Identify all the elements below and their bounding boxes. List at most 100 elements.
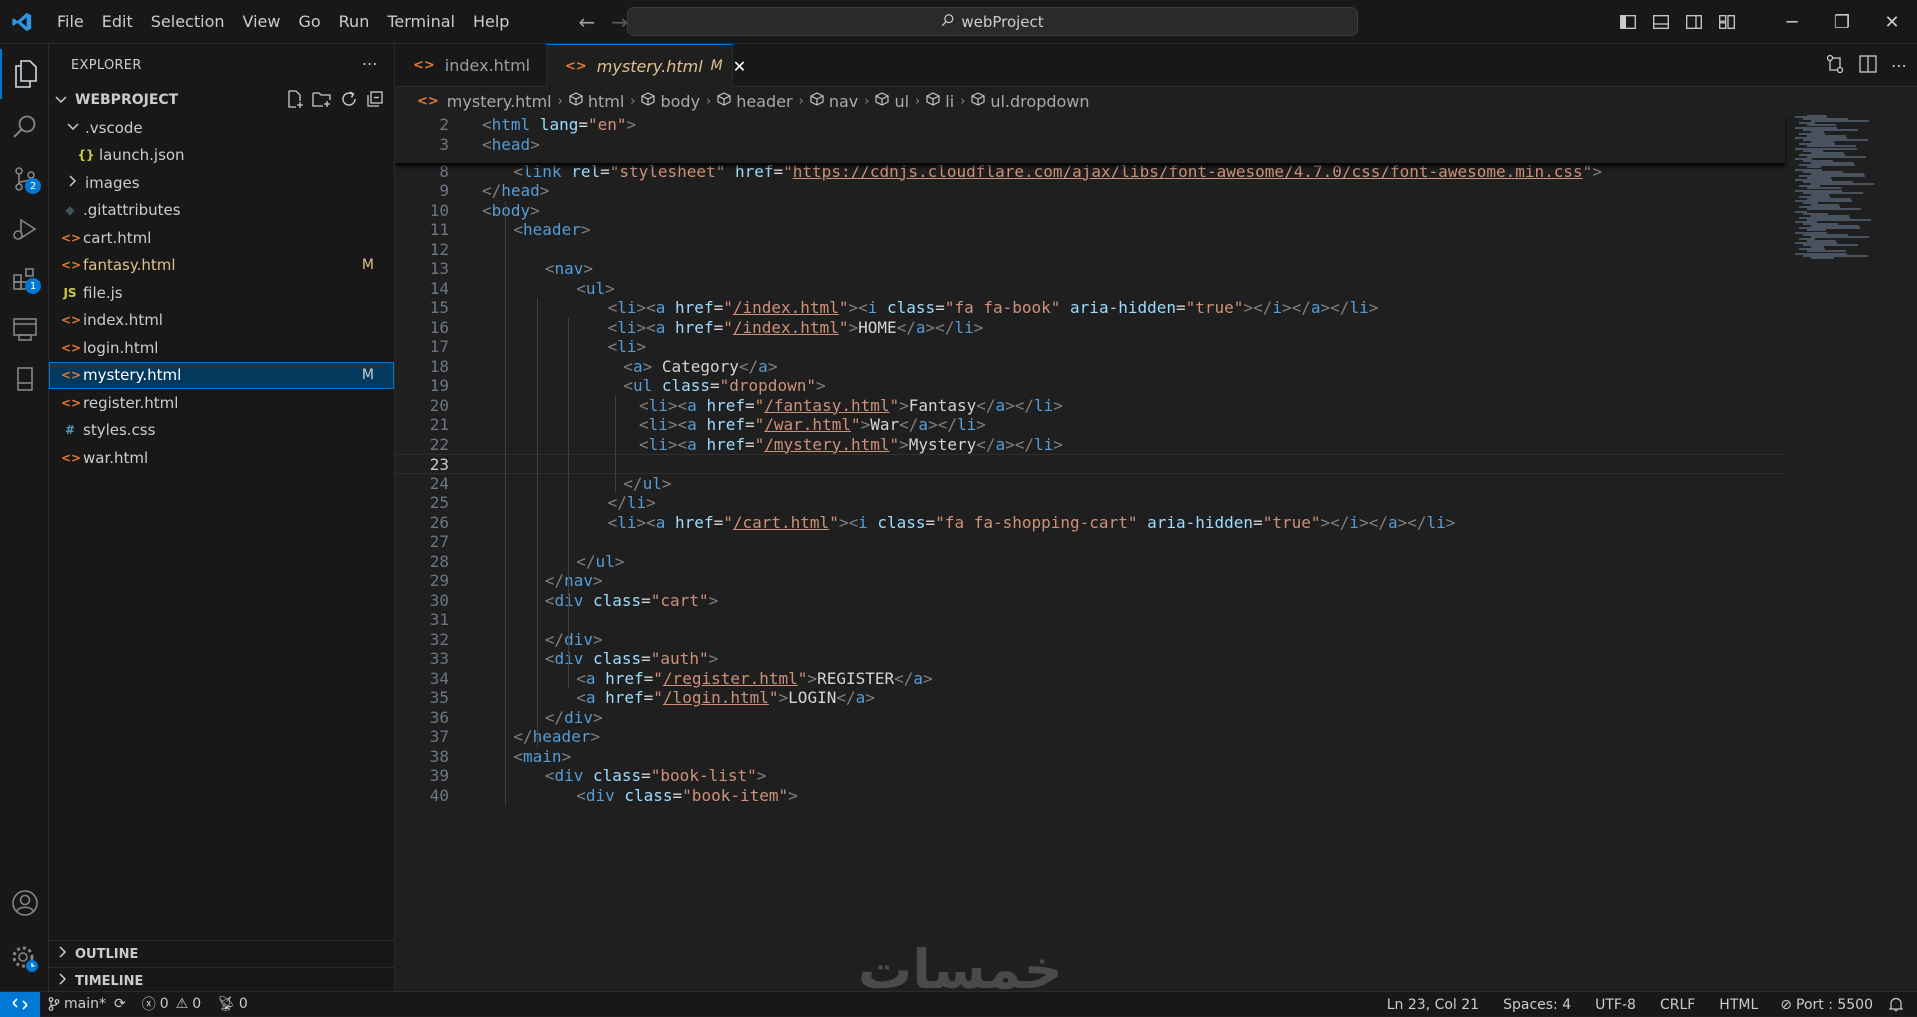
tab-index-html[interactable]: <> index.html bbox=[395, 44, 547, 87]
device-activity-icon[interactable] bbox=[0, 354, 49, 404]
accounts-icon[interactable] bbox=[0, 878, 49, 928]
timeline-section[interactable]: TIMELINE bbox=[49, 967, 395, 994]
code-line[interactable]: 33 <div class="auth"> bbox=[395, 649, 1785, 669]
code-line[interactable]: 37 </header> bbox=[395, 727, 1785, 747]
split-editor-icon[interactable] bbox=[1859, 54, 1877, 77]
sidebar-item-register-html[interactable]: <> register.html bbox=[49, 389, 394, 417]
sidebar-item-images[interactable]: images bbox=[49, 169, 394, 197]
code-line[interactable]: 16 <li><a href="/index.html">HOME</a></li… bbox=[395, 318, 1785, 338]
sidebar-item-cart-html[interactable]: <> cart.html bbox=[49, 224, 394, 252]
back-arrow-icon[interactable]: ← bbox=[578, 10, 595, 34]
code-line[interactable]: 35 <a href="/login.html">LOGIN</a> bbox=[395, 688, 1785, 708]
sticky-scroll-header[interactable]: 2 <html lang="en"> 3 <head> bbox=[395, 115, 1785, 163]
breadcrumb-item[interactable]: › nav bbox=[793, 92, 859, 111]
forward-arrow-icon[interactable]: → bbox=[611, 10, 628, 34]
code-line[interactable]: 18 <a> Category</a> bbox=[395, 357, 1785, 377]
sidebar-item-login-html[interactable]: <> login.html bbox=[49, 334, 394, 362]
git-branch[interactable]: main* ⟳ bbox=[40, 996, 134, 1012]
menu-view[interactable]: View bbox=[234, 0, 290, 44]
menu-run[interactable]: Run bbox=[330, 0, 379, 44]
source-control-activity-icon[interactable]: 2 bbox=[0, 154, 49, 204]
breadcrumb-item[interactable]: › ul bbox=[858, 92, 909, 111]
menu-file[interactable]: File bbox=[48, 0, 93, 44]
cursor-position[interactable]: Ln 23, Col 21 bbox=[1375, 997, 1491, 1013]
code-line[interactable]: 14 <ul> bbox=[395, 279, 1785, 299]
toggle-secondary-sidebar-icon[interactable] bbox=[1677, 0, 1710, 44]
code-line[interactable]: 39 <div class="book-list"> bbox=[395, 766, 1785, 786]
problems-indicator[interactable]: ⓧ 0 ⚠ 0 bbox=[134, 994, 209, 1014]
restore-icon[interactable]: ❐ bbox=[1817, 0, 1867, 44]
ports-indicator[interactable]: 📡︎ 0 bbox=[209, 996, 256, 1012]
manage-gear-icon[interactable] bbox=[0, 934, 49, 984]
minimap[interactable] bbox=[1787, 115, 1917, 991]
menu-edit[interactable]: Edit bbox=[93, 0, 142, 44]
code-line[interactable]: 12 bbox=[395, 240, 1785, 260]
code-line[interactable]: 22 <li><a href="/mystery.html">Mystery</a… bbox=[395, 435, 1785, 455]
code-line[interactable]: 27 bbox=[395, 532, 1785, 552]
indentation[interactable]: Spaces: 4 bbox=[1491, 997, 1583, 1013]
sidebar-item-index-html[interactable]: <> index.html bbox=[49, 307, 394, 335]
code-line[interactable]: 9 </head> bbox=[395, 181, 1785, 201]
sidebar-item-styles-css[interactable]: # styles.css bbox=[49, 417, 394, 445]
code-line[interactable]: 38 <main> bbox=[395, 747, 1785, 767]
sidebar-item-vscode[interactable]: .vscode bbox=[49, 114, 394, 142]
menu-go[interactable]: Go bbox=[289, 0, 329, 44]
tab-mystery-html[interactable]: <> mystery.html M ✕ bbox=[547, 44, 746, 87]
code-line[interactable]: 31 bbox=[395, 610, 1785, 630]
code-line[interactable]: 26 <li><a href="/cart.html"><i class="fa … bbox=[395, 513, 1785, 533]
code-line[interactable]: 40 <div class="book-item"> bbox=[395, 786, 1785, 806]
sync-icon[interactable]: ⟳ bbox=[114, 996, 126, 1012]
toggle-panel-icon[interactable] bbox=[1644, 0, 1677, 44]
breadcrumb-item[interactable]: <> mystery.html bbox=[417, 92, 552, 111]
close-window-icon[interactable]: ✕ bbox=[1867, 0, 1917, 44]
sidebar-item-launch-json[interactable]: {} launch.json bbox=[49, 142, 394, 170]
toggle-primary-sidebar-icon[interactable] bbox=[1611, 0, 1644, 44]
project-root[interactable]: WEBPROJECT bbox=[49, 86, 394, 114]
explorer-activity-icon[interactable] bbox=[0, 49, 49, 99]
code-line[interactable]: 11 <header> bbox=[395, 220, 1785, 240]
breadcrumb-item[interactable]: › ul.dropdown bbox=[954, 92, 1089, 111]
breadcrumb-item[interactable]: › li bbox=[909, 92, 954, 111]
code-line[interactable]: 34 <a href="/register.html">REGISTER</a> bbox=[395, 669, 1785, 689]
code-line[interactable]: 19 <ul class="dropdown"> bbox=[395, 376, 1785, 396]
code-line[interactable]: 29 </nav> bbox=[395, 571, 1785, 591]
run-debug-activity-icon[interactable] bbox=[0, 204, 49, 254]
code-line[interactable]: 2 <html lang="en"> bbox=[395, 115, 1785, 135]
code-line[interactable]: 17 <li> bbox=[395, 337, 1785, 357]
breadcrumb-item[interactable]: › html bbox=[552, 92, 625, 111]
sidebar-item-mystery-html[interactable]: <> mystery.html M bbox=[49, 361, 394, 389]
search-activity-icon[interactable] bbox=[0, 102, 49, 152]
code-line[interactable]: 23 bbox=[395, 454, 1785, 474]
new-file-icon[interactable] bbox=[286, 90, 304, 112]
code-line[interactable]: 15 <li><a href="/index.html"><i class="fa… bbox=[395, 298, 1785, 318]
breadcrumb-item[interactable]: › header bbox=[700, 92, 793, 111]
live-server-port[interactable]: ⊘ Port : 5500 bbox=[1770, 997, 1883, 1013]
extensions-activity-icon[interactable]: 1 bbox=[0, 254, 49, 304]
line-endings[interactable]: CRLF bbox=[1648, 997, 1707, 1013]
code-line[interactable]: 32 </div> bbox=[395, 630, 1785, 650]
refresh-icon[interactable] bbox=[340, 90, 358, 112]
code-line[interactable]: 28 </ul> bbox=[395, 552, 1785, 572]
more-actions-icon[interactable]: ⋯ bbox=[362, 54, 378, 73]
minimize-icon[interactable]: ─ bbox=[1767, 0, 1817, 44]
new-folder-icon[interactable] bbox=[312, 90, 332, 112]
customize-layout-icon[interactable] bbox=[1710, 0, 1743, 44]
command-center-search[interactable]: webProject bbox=[627, 7, 1358, 36]
code-line[interactable]: 30 <div class="cart"> bbox=[395, 591, 1785, 611]
breadcrumb-item[interactable]: › body bbox=[624, 92, 700, 111]
outline-section[interactable]: OUTLINE bbox=[49, 940, 395, 967]
close-tab-icon[interactable]: ✕ bbox=[733, 57, 746, 76]
code-line[interactable]: 3 <head> bbox=[395, 135, 1785, 155]
sidebar-item-fantasy-html[interactable]: <> fantasy.html M bbox=[49, 252, 394, 280]
menu-terminal[interactable]: Terminal bbox=[378, 0, 464, 44]
code-line[interactable]: 10 <body> bbox=[395, 201, 1785, 221]
code-line[interactable]: 21 <li><a href="/war.html">War</a></li> bbox=[395, 415, 1785, 435]
collapse-all-icon[interactable] bbox=[366, 90, 384, 112]
code-line[interactable]: 25 </li> bbox=[395, 493, 1785, 513]
open-changes-icon[interactable] bbox=[1825, 54, 1845, 78]
menu-help[interactable]: Help bbox=[464, 0, 518, 44]
more-actions-icon[interactable]: ⋯ bbox=[1891, 56, 1907, 75]
notifications-bell-icon[interactable] bbox=[1883, 997, 1917, 1012]
sidebar-item-gitattributes[interactable]: ◆ .gitattributes bbox=[49, 197, 394, 225]
code-line[interactable]: 24 </ul> bbox=[395, 474, 1785, 494]
